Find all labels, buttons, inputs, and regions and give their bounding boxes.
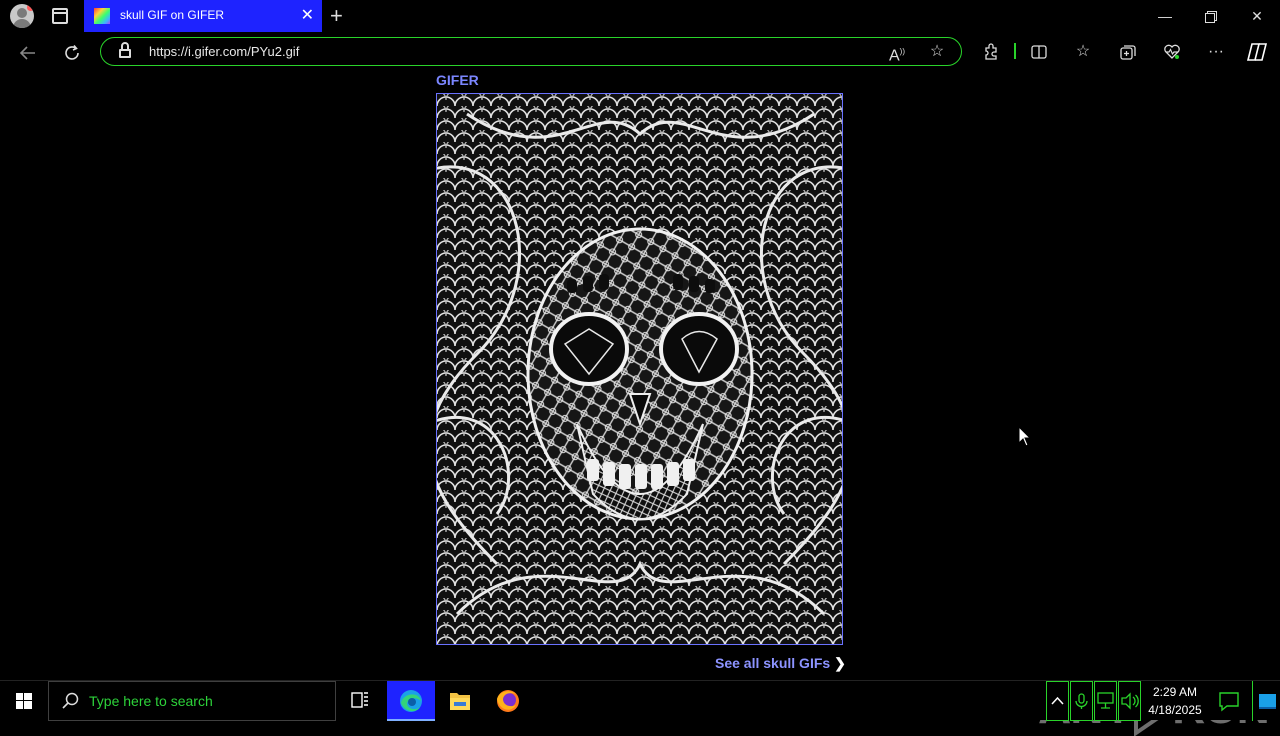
- close-tab-icon[interactable]: ✕: [301, 6, 314, 26]
- page-content: GIFER See all skull GIFs ❯: [0, 72, 1280, 736]
- show-desktop-button[interactable]: [1252, 681, 1280, 721]
- notification-icon[interactable]: [1212, 681, 1246, 721]
- read-aloud-icon[interactable]: A)): [887, 42, 907, 64]
- favorites-icon[interactable]: ☆: [1072, 41, 1094, 63]
- copilot-icon[interactable]: [1246, 41, 1268, 63]
- url-text[interactable]: https://i.gifer.com/PYu2.gif: [149, 44, 299, 59]
- clock-date: 4/18/2025: [1148, 703, 1202, 717]
- microphone-icon[interactable]: [1070, 681, 1093, 721]
- profile-icon[interactable]: [10, 4, 34, 28]
- refresh-icon[interactable]: [58, 38, 86, 66]
- address-bar[interactable]: https://i.gifer.com/PYu2.gif A)) ☆: [100, 37, 962, 66]
- volume-icon[interactable]: [1118, 681, 1141, 721]
- windows-start-icon[interactable]: [0, 681, 48, 721]
- search-placeholder: Type here to search: [89, 693, 213, 709]
- windows-taskbar: Type here to search 2:29 AM 4/18/2025: [0, 680, 1280, 721]
- firefox-icon[interactable]: [484, 681, 532, 721]
- browser-titlebar: skull GIF on GIFER ✕ + — ✕: [0, 0, 1280, 32]
- lock-icon[interactable]: [119, 42, 131, 58]
- see-all-skull-gifs-link[interactable]: See all skull GIFs ❯: [715, 655, 846, 672]
- tab-favicon: [94, 8, 110, 24]
- file-explorer-icon[interactable]: [436, 681, 484, 721]
- collections-icon[interactable]: [1117, 41, 1139, 63]
- search-icon: [62, 692, 79, 709]
- toolbar-separator: [1014, 43, 1016, 59]
- close-window-icon[interactable]: ✕: [1234, 0, 1280, 32]
- chevron-right-icon: ❯: [834, 655, 846, 671]
- extensions-icon[interactable]: [980, 41, 1002, 63]
- mouse-cursor-icon: [1018, 426, 1032, 447]
- network-icon[interactable]: [1094, 681, 1117, 721]
- task-view-icon[interactable]: [336, 681, 384, 721]
- more-menu-icon[interactable]: ···: [1205, 41, 1227, 63]
- minimize-icon[interactable]: —: [1142, 0, 1188, 32]
- taskbar-clock[interactable]: 2:29 AM 4/18/2025: [1146, 683, 1204, 719]
- split-screen-icon[interactable]: [1028, 41, 1050, 63]
- tab-active[interactable]: skull GIF on GIFER ✕: [84, 0, 322, 32]
- back-icon[interactable]: [14, 38, 42, 66]
- new-tab-icon[interactable]: +: [330, 3, 343, 29]
- favorite-star-icon[interactable]: ☆: [927, 42, 947, 62]
- skull-gif-image[interactable]: [436, 93, 843, 645]
- restore-icon[interactable]: [1188, 0, 1234, 32]
- clock-time: 2:29 AM: [1152, 685, 1198, 699]
- tab-actions-icon[interactable]: [52, 8, 68, 24]
- browser-essentials-icon[interactable]: [1161, 41, 1183, 63]
- tab-title: skull GIF on GIFER: [120, 8, 225, 22]
- taskbar-search-box[interactable]: Type here to search: [48, 681, 336, 721]
- site-logo[interactable]: GIFER: [436, 72, 479, 88]
- edge-icon[interactable]: [387, 681, 435, 721]
- tray-chevron-icon[interactable]: [1046, 681, 1069, 721]
